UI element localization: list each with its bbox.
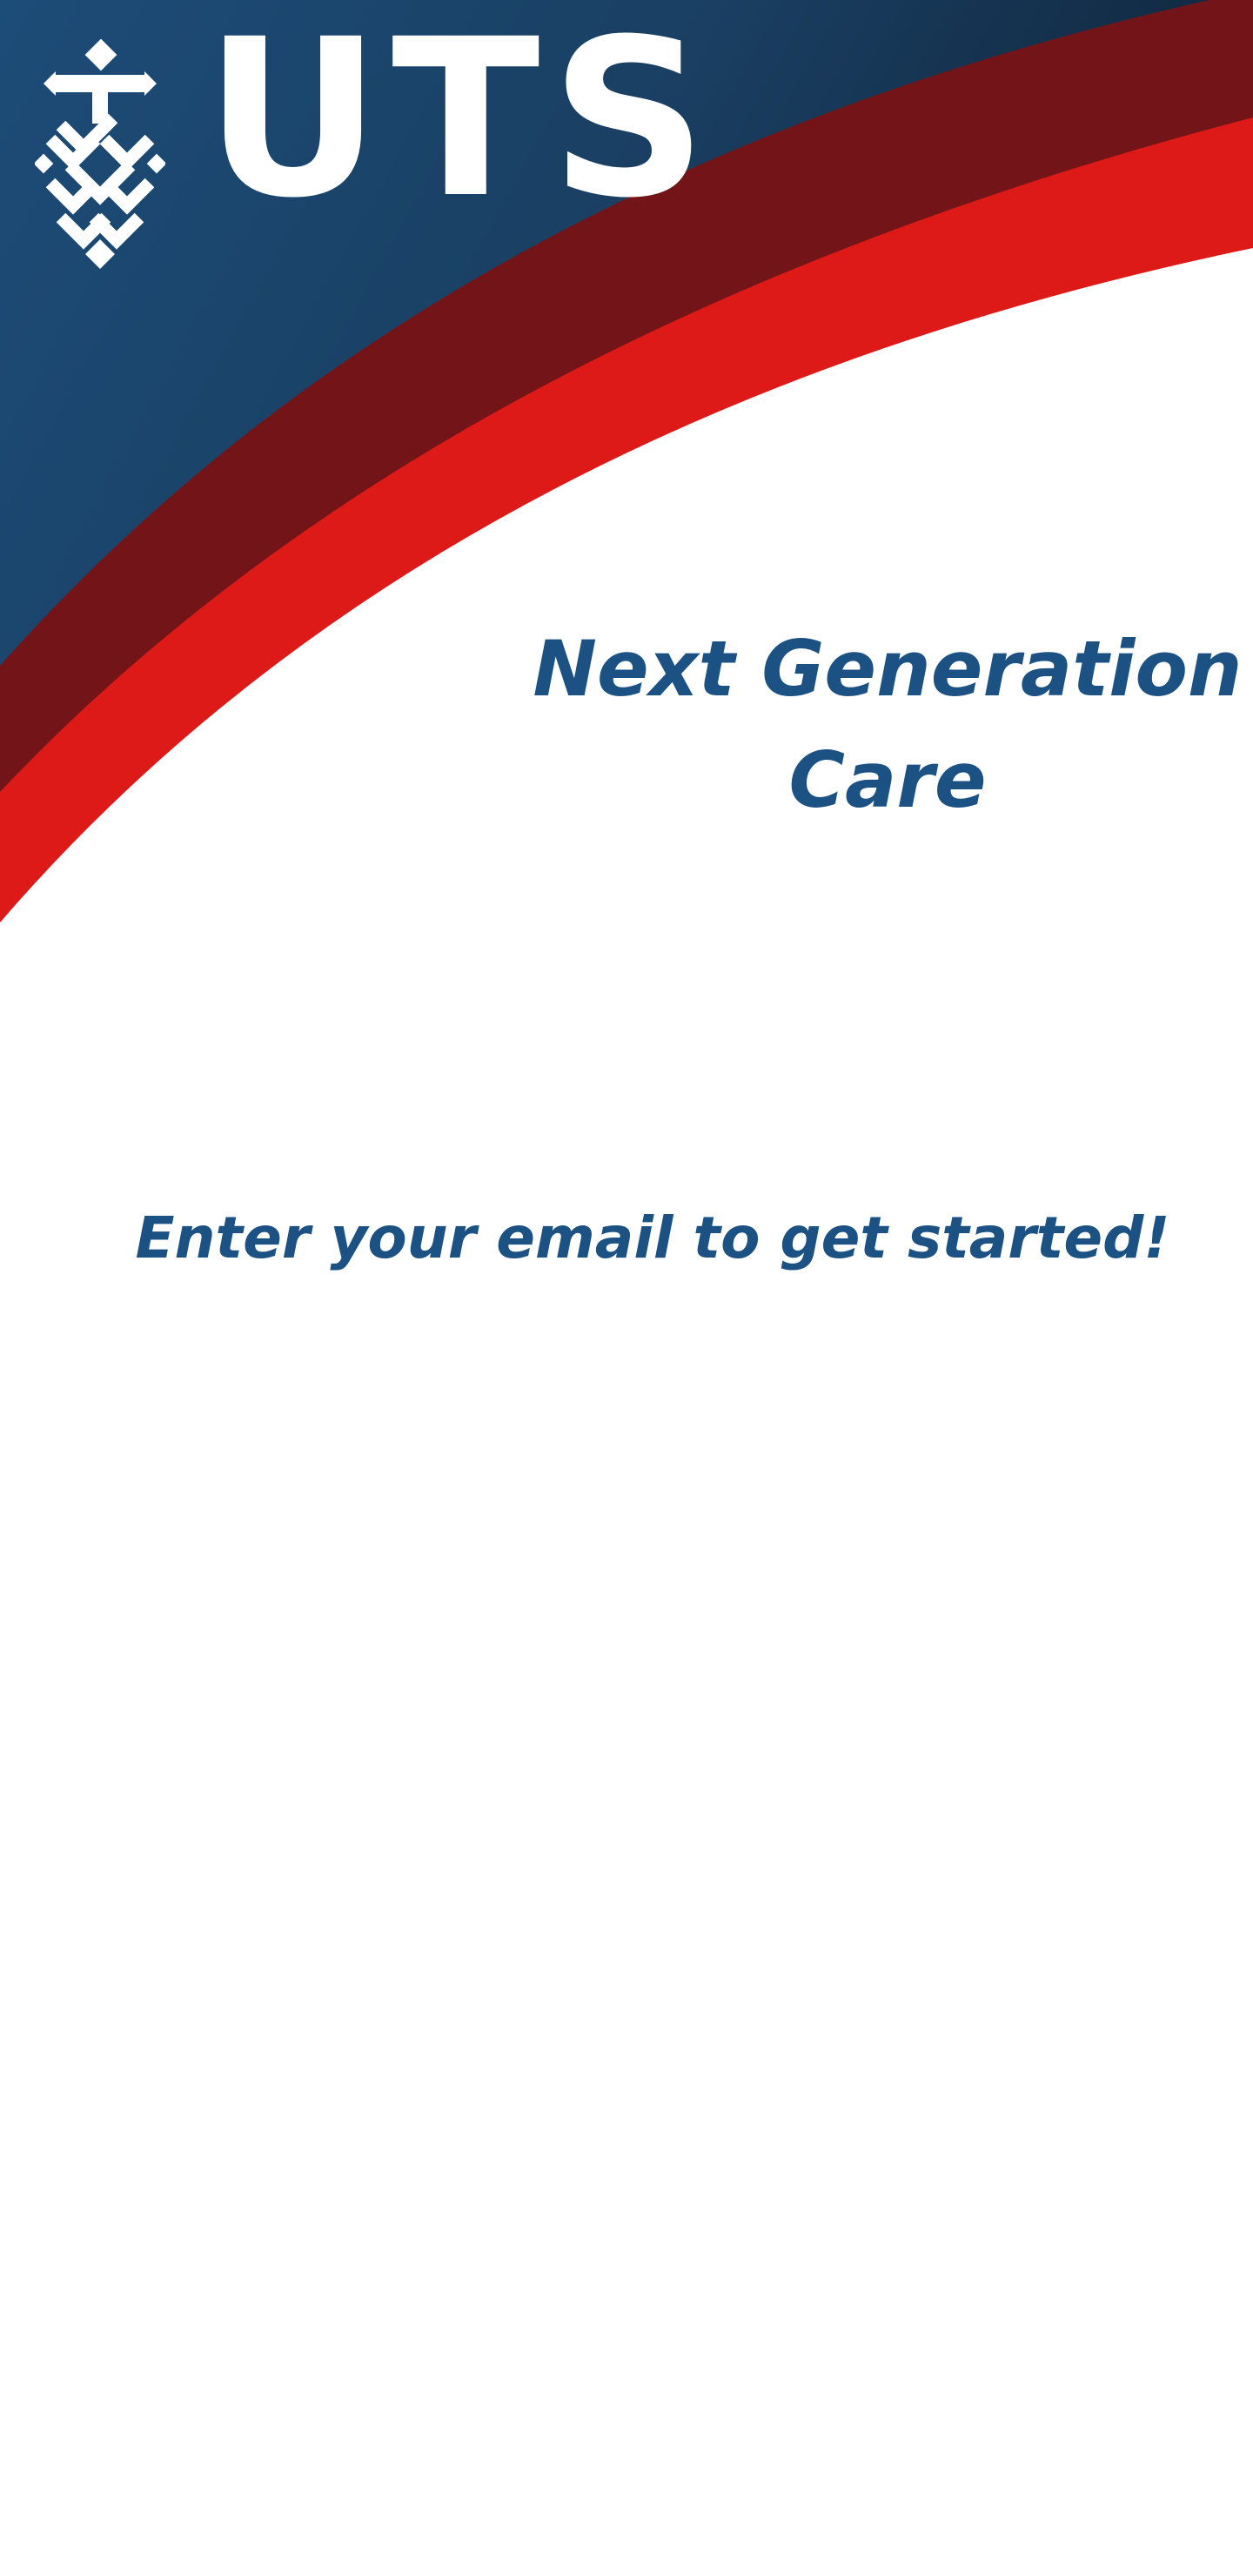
app-screen: UTS Next Generation Care Enter your emai… [0,0,1253,2576]
title-line-1: Next Generation [533,624,1243,714]
uts-wordmark: UTS [204,0,718,245]
uts-logo: UTS [35,10,707,270]
uts-crest-icon [35,38,165,269]
title-line-2: Care [788,735,987,825]
page-title: Next Generation Care [522,614,1253,836]
email-prompt-text: Enter your email to get started! [135,1204,1170,1271]
